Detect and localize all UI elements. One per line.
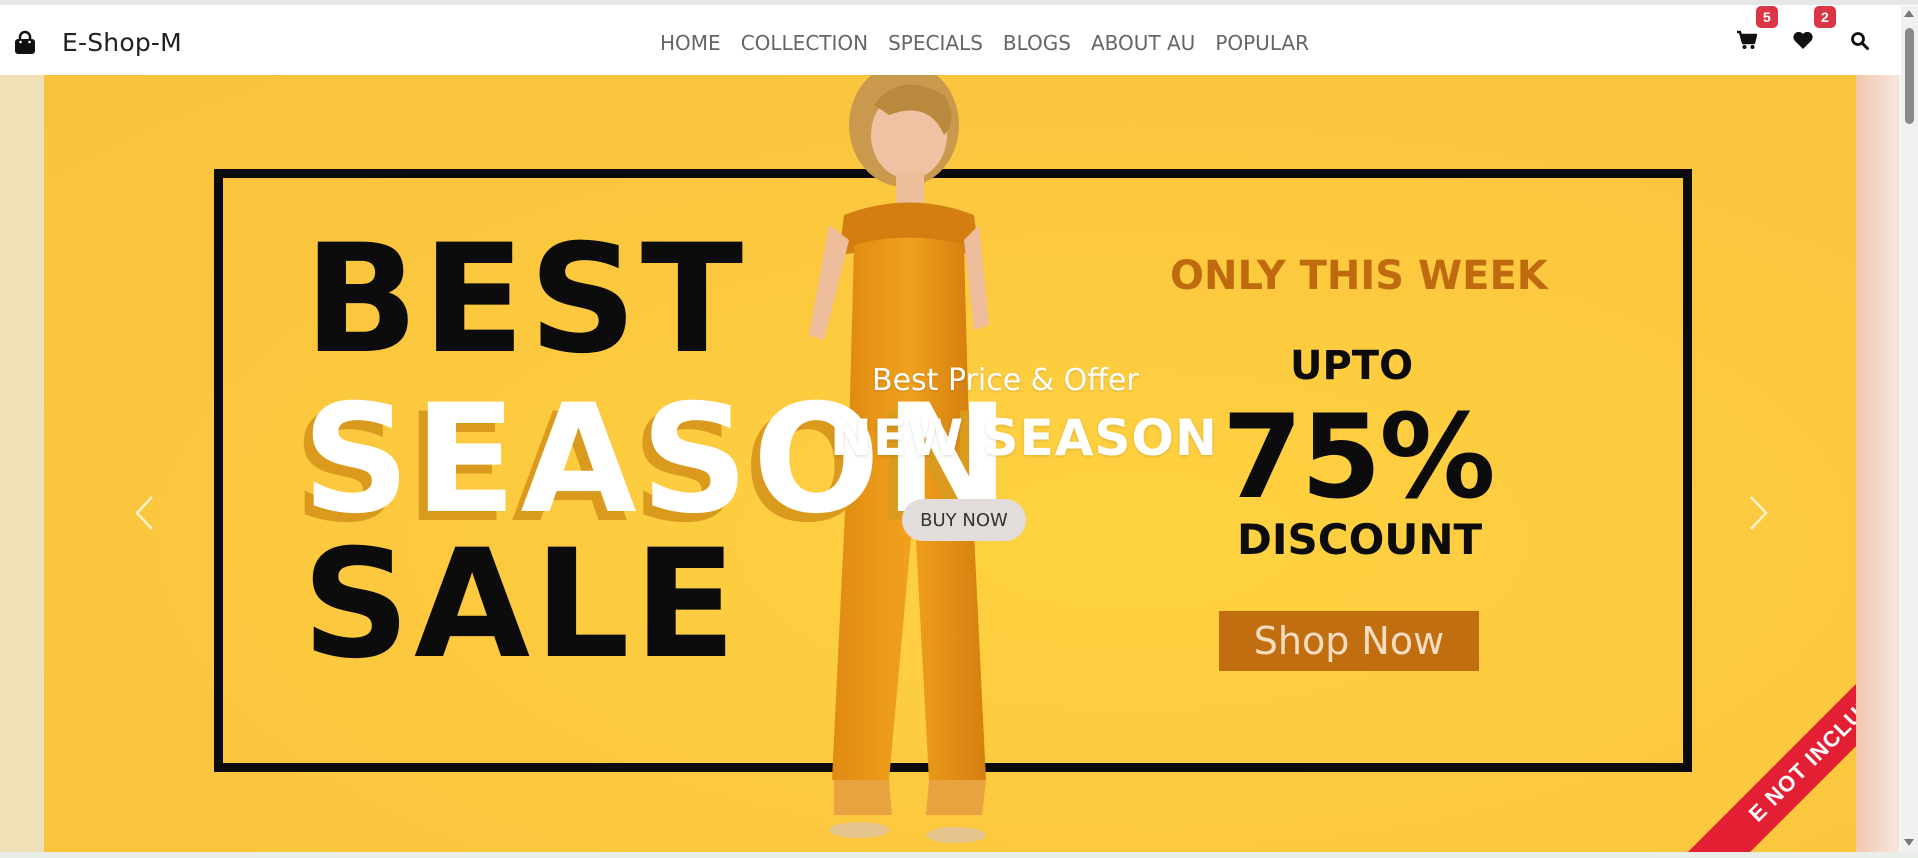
nav-collection[interactable]: COLLECTION (731, 31, 878, 55)
nav-home[interactable]: HOME (660, 31, 731, 55)
heart-icon (1793, 31, 1813, 49)
carousel-caption-subtitle: Best Price & Offer (872, 363, 1139, 398)
nav-specials[interactable]: SPECIALS (878, 31, 993, 55)
search-icon (1851, 32, 1869, 50)
shopping-bag-icon (15, 30, 35, 54)
cart-button[interactable] (1736, 30, 1758, 55)
scroll-down-arrow[interactable] (1904, 839, 1914, 846)
brand[interactable]: E-Shop-M (12, 28, 182, 57)
banner-sale: SALE (302, 518, 741, 692)
scroll-up-arrow[interactable] (1904, 10, 1914, 17)
search-button[interactable] (1850, 31, 1870, 56)
brand-name: E-Shop-M (62, 28, 182, 57)
wishlist-count-badge: 2 (1814, 6, 1836, 28)
nav-popular[interactable]: POPULAR (1205, 31, 1319, 55)
hero-carousel: BEST SALE SEASON ONLY THIS WEEK UPTO 75%… (0, 75, 1900, 852)
header-icons: 5 2 (1700, 6, 1900, 74)
next-slide-peek (1856, 75, 1900, 852)
hero-banner: BEST SALE SEASON ONLY THIS WEEK UPTO 75%… (44, 75, 1856, 852)
browser-bottom-edge (0, 852, 1918, 858)
cart-icon (1737, 30, 1758, 49)
wishlist-button[interactable] (1792, 30, 1814, 55)
only-this-week-text: ONLY THIS WEEK (1170, 253, 1548, 299)
discount-percent: 75% (1222, 390, 1496, 525)
corner-ribbon: E NOT INCLUDED (1681, 604, 1856, 852)
discount-text: DISCOUNT (1237, 515, 1483, 564)
scroll-thumb[interactable] (1905, 28, 1914, 124)
shop-now-button[interactable]: Shop Now (1219, 611, 1479, 671)
banner-best: BEST (304, 213, 748, 387)
buy-now-button[interactable]: BUY NOW (902, 499, 1026, 541)
cart-count-badge: 5 (1756, 6, 1778, 28)
nav-about[interactable]: ABOUT AU (1081, 31, 1205, 55)
navbar: E-Shop-M HOME COLLECTION SPECIALS BLOGS … (0, 6, 1900, 74)
chevron-left-icon[interactable] (134, 495, 154, 531)
chevron-right-icon[interactable] (1749, 495, 1769, 531)
nav-blogs[interactable]: BLOGS (993, 31, 1081, 55)
browser-top-edge (0, 0, 1918, 5)
carousel-caption-title: NEW SEASON (830, 409, 1218, 467)
upto-text: UPTO (1290, 343, 1414, 389)
main-nav: HOME COLLECTION SPECIALS BLOGS ABOUT AU … (660, 31, 1319, 55)
page-scrollbar[interactable] (1901, 6, 1918, 852)
